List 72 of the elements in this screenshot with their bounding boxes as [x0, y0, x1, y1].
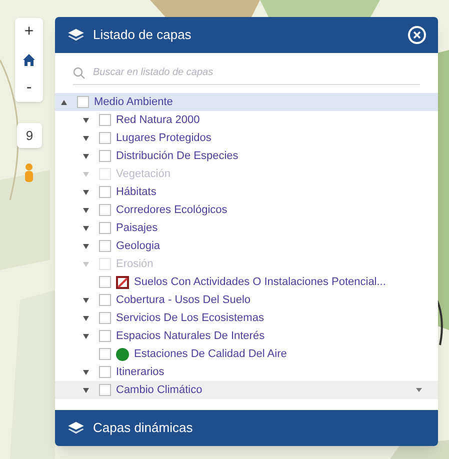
checkbox[interactable]: [99, 348, 111, 360]
layer-label: Cambio Climático: [116, 382, 202, 398]
search-icon: [73, 66, 85, 78]
checkbox[interactable]: [99, 222, 111, 234]
close-button[interactable]: [408, 26, 426, 44]
panel-title: Listado de capas: [93, 26, 192, 44]
checkbox[interactable]: [99, 132, 111, 144]
layer-label: Paisajes: [116, 220, 158, 236]
caret-down-icon[interactable]: [83, 298, 89, 302]
layer-row[interactable]: Servicios De Los Ecosistemas: [55, 309, 438, 327]
caret-down-icon[interactable]: [83, 154, 89, 158]
checkbox[interactable]: [99, 186, 111, 198]
caret-down-icon[interactable]: [83, 226, 89, 230]
caret-down-icon[interactable]: [83, 208, 89, 212]
checkbox[interactable]: [99, 366, 111, 378]
layer-label: Espacios Naturales De Interés: [116, 328, 265, 344]
layer-label: Itinerarios: [116, 364, 164, 380]
layer-label: Medio Ambiente: [94, 94, 173, 110]
layer-row[interactable]: Cambio Climático: [55, 381, 438, 399]
layer-row[interactable]: Itinerarios: [55, 363, 438, 381]
layer-row[interactable]: Medio Ambiente: [55, 93, 438, 111]
layer-row[interactable]: Cobertura - Usos Del Suelo: [55, 291, 438, 309]
layer-label: Cobertura - Usos Del Suelo: [116, 292, 251, 308]
dropdown-caret-icon[interactable]: [416, 388, 422, 392]
layer-row[interactable]: Hábitats: [55, 183, 438, 201]
pegman-icon[interactable]: [23, 163, 35, 183]
checkbox[interactable]: [99, 294, 111, 306]
layer-label: Estaciones De Calidad Del Aire: [134, 346, 287, 362]
layers-icon: [67, 421, 85, 435]
caret-down-icon[interactable]: [83, 136, 89, 140]
layer-label: Hábitats: [116, 184, 156, 200]
layer-label: Geologia: [116, 238, 160, 254]
checkbox[interactable]: [99, 312, 111, 324]
zoom-in-button[interactable]: +: [15, 18, 43, 46]
layer-row[interactable]: Estaciones De Calidad Del Aire: [55, 345, 438, 363]
layers-icon: [67, 28, 85, 42]
layer-label: Vegetación: [116, 166, 170, 182]
checkbox[interactable]: [99, 114, 111, 126]
caret-down-icon[interactable]: [83, 334, 89, 338]
layer-row[interactable]: Paisajes: [55, 219, 438, 237]
layer-row[interactable]: Espacios Naturales De Interés: [55, 327, 438, 345]
layer-row[interactable]: Lugares Protegidos: [55, 129, 438, 147]
checkbox[interactable]: [99, 330, 111, 342]
dynamic-layers-header[interactable]: Capas dinámicas: [55, 410, 438, 446]
checkbox[interactable]: [99, 240, 111, 252]
caret-down-icon[interactable]: [83, 190, 89, 194]
checkbox[interactable]: [99, 150, 111, 162]
caret-down-icon[interactable]: [83, 316, 89, 320]
zoom-out-button[interactable]: -: [15, 74, 43, 102]
layer-label: Suelos Con Actividades O Instalaciones Potencial...: [134, 274, 386, 290]
layer-label: Servicios De Los Ecosistemas: [116, 310, 264, 326]
layer-row[interactable]: Red Natura 2000: [55, 111, 438, 129]
search-input[interactable]: Buscar en listado de capas: [93, 65, 420, 80]
caret-down-icon[interactable]: [83, 388, 89, 392]
layer-label: Distribución De Especies: [116, 148, 238, 164]
checkbox[interactable]: [77, 96, 89, 108]
layer-label: Corredores Ecológicos: [116, 202, 228, 218]
layer-row[interactable]: Distribución De Especies: [55, 147, 438, 165]
caret-down-icon[interactable]: [83, 370, 89, 374]
caret-up-icon[interactable]: [61, 100, 67, 104]
layer-label: Red Natura 2000: [116, 112, 200, 128]
zoom-level-button[interactable]: 9: [17, 123, 42, 148]
layer-label: Erosión: [116, 256, 154, 272]
layer-row[interactable]: Corredores Ecológicos: [55, 201, 438, 219]
checkbox[interactable]: [99, 204, 111, 216]
close-icon: [413, 31, 421, 39]
layer-label: Lugares Protegidos: [116, 130, 212, 146]
checkbox[interactable]: [99, 384, 111, 396]
caret-down-icon[interactable]: [83, 118, 89, 122]
home-icon: [23, 54, 35, 66]
layer-row[interactable]: Geologia: [55, 237, 438, 255]
caret-down-icon[interactable]: [83, 244, 89, 248]
